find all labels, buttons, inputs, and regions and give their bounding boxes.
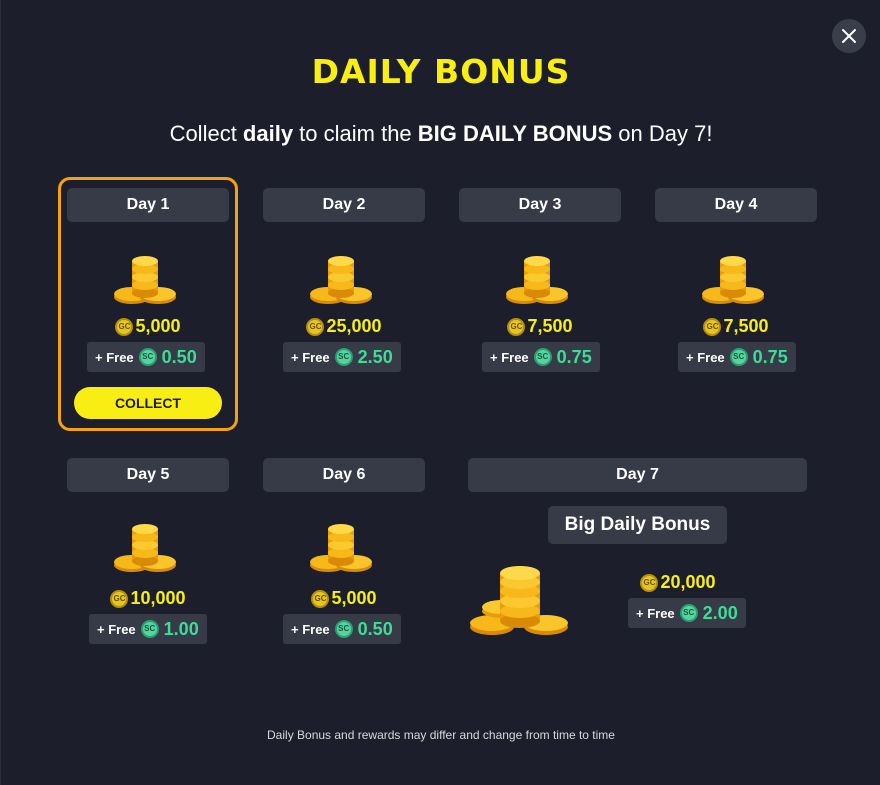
sweeps-coin-icon: SC: [533, 348, 552, 366]
sweeps-coin-icon: SC: [679, 604, 698, 622]
disclaimer-text: Daily Bonus and rewards may differ and c…: [267, 728, 615, 742]
day-label: Day 5: [67, 458, 229, 492]
sweeps-coin-icon: SC: [729, 348, 748, 366]
gold-coin-icon: GC: [703, 317, 722, 336]
day-label: Day 3: [459, 188, 621, 222]
gold-coin-amount: GC 7,500: [450, 316, 630, 337]
free-sweeps-box: + Free SC 0.75: [482, 342, 600, 372]
free-sweeps-box: + Free SC 1.00: [89, 614, 207, 644]
day-label: Day 7: [468, 458, 807, 492]
gold-coin-icon: GC: [507, 317, 526, 336]
gold-coins-icon: [310, 524, 372, 572]
gold-coin-amount: GC 5,000: [254, 588, 434, 609]
gold-coin-icon: GC: [110, 589, 129, 608]
gold-coin-amount: GC 25,000: [254, 316, 434, 337]
sweeps-coin-icon: SC: [334, 348, 353, 366]
day-card-5: Day 5 GC 10,000 + Free SC 1.00: [58, 447, 238, 701]
day-label: Day 6: [263, 458, 425, 492]
day-label: Day 4: [655, 188, 817, 222]
day-card-2: Day 2 GC 25,000 + Free SC 2.50: [254, 177, 434, 431]
day-card-4: Day 4 GC 7,500 + Free SC 0.75: [646, 177, 826, 431]
day-card-7: Day 7 Big Daily Bonus GC 20,000 + Free S…: [468, 458, 807, 658]
close-button[interactable]: [832, 19, 866, 53]
daily-bonus-modal: DAILY BONUS Collect daily to claim the B…: [0, 0, 880, 785]
free-sweeps-box: + Free SC 0.50: [283, 614, 401, 644]
free-sweeps-box: + Free SC 2.50: [283, 342, 401, 372]
day-card-3: Day 3 GC 7,500 + Free SC 0.75: [450, 177, 630, 431]
gold-coin-icon: GC: [311, 589, 330, 608]
sweeps-coin-icon: SC: [138, 348, 157, 366]
sweeps-coin-icon: SC: [140, 620, 159, 638]
day-card-1: Day 1 GC 5,000 + Free SC 0.50 COLLECT: [58, 177, 238, 431]
gold-coin-amount: GC 10,000: [58, 588, 238, 609]
free-sweeps-box: + Free SC 0.75: [678, 342, 796, 372]
big-daily-bonus-label: Big Daily Bonus: [548, 506, 727, 544]
day-label: Day 1: [67, 188, 229, 222]
day-card-6: Day 6 GC 5,000 + Free SC 0.50: [254, 447, 434, 701]
gold-coins-icon: [114, 524, 176, 572]
gold-coin-icon: GC: [640, 573, 659, 592]
modal-subtitle: Collect daily to claim the BIG DAILY BON…: [169, 121, 713, 146]
gold-coin-amount: GC 5,000: [61, 316, 235, 337]
close-icon: [842, 29, 856, 43]
gold-coins-pile-icon: [470, 566, 568, 635]
gold-coins-icon: [310, 256, 372, 304]
free-sweeps-box: + Free SC 0.50: [87, 342, 205, 372]
gold-coin-icon: GC: [115, 317, 134, 336]
gold-coins-icon: [506, 256, 568, 304]
day-label: Day 2: [263, 188, 425, 222]
sweeps-coin-icon: SC: [334, 620, 353, 638]
gold-coin-icon: GC: [306, 317, 325, 336]
collect-button[interactable]: COLLECT: [74, 387, 222, 419]
gold-coins-icon: [702, 256, 764, 304]
gold-coin-amount: GC 7,500: [646, 316, 826, 337]
free-sweeps-box: + Free SC 2.00: [628, 598, 746, 628]
modal-title: DAILY BONUS: [311, 52, 571, 91]
gold-coins-icon: [114, 256, 176, 304]
gold-coin-amount: GC 20,000: [608, 572, 748, 593]
